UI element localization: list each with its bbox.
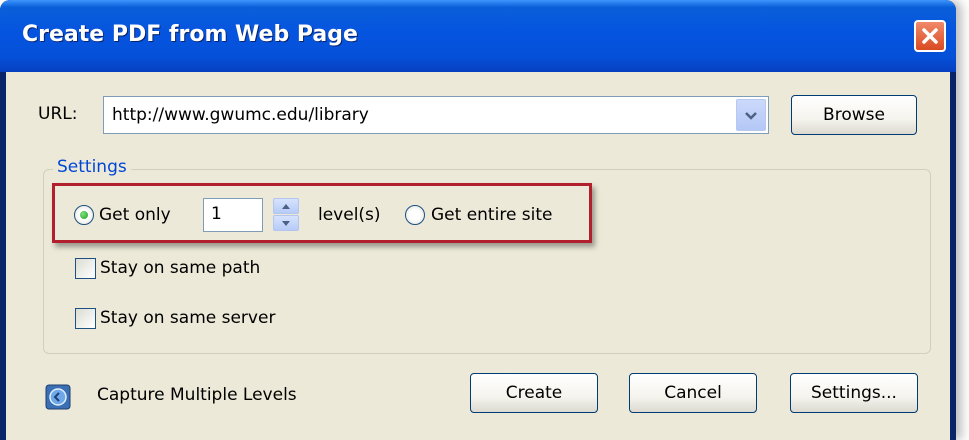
url-input-value[interactable]: http://www.gwumc.edu/library	[112, 105, 369, 125]
browse-button[interactable]: Browse	[791, 95, 917, 135]
settings-button[interactable]: Settings...	[790, 373, 918, 413]
stay-same-path-checkbox[interactable]	[75, 258, 96, 279]
stay-same-server-checkbox[interactable]	[75, 308, 96, 329]
stay-same-path-label[interactable]: Stay on same path	[100, 258, 260, 278]
chevron-down-icon	[745, 112, 757, 120]
create-button[interactable]: Create	[470, 373, 598, 413]
url-label: URL:	[38, 104, 78, 124]
stay-same-server-label[interactable]: Stay on same server	[100, 308, 275, 328]
settings-legend: Settings	[53, 157, 131, 177]
capture-multiple-levels-label: Capture Multiple Levels	[97, 385, 297, 405]
capture-levels-icon[interactable]	[45, 384, 71, 410]
url-dropdown-button[interactable]	[736, 99, 766, 131]
close-button[interactable]	[914, 20, 946, 52]
title-bar: Create PDF from Web Page	[0, 0, 956, 72]
dialog-title: Create PDF from Web Page	[22, 22, 358, 47]
url-combobox[interactable]: http://www.gwumc.edu/library	[103, 96, 769, 134]
highlight-annotation	[52, 183, 592, 243]
close-icon	[922, 28, 938, 44]
cancel-button[interactable]: Cancel	[629, 373, 757, 413]
